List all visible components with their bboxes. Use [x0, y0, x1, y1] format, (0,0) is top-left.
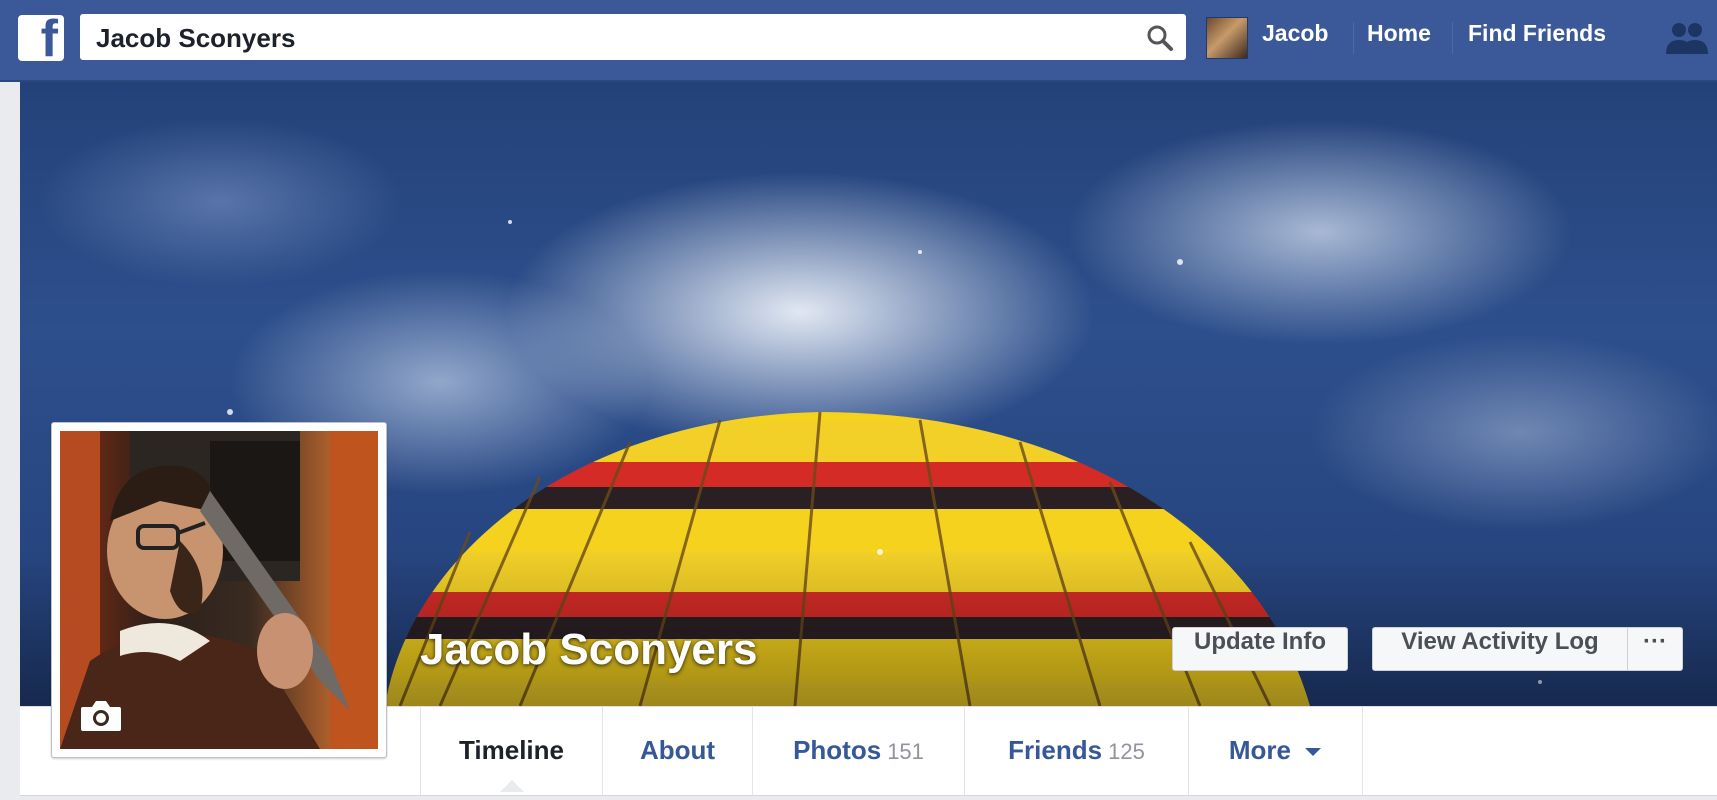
- tab-label: About: [639, 735, 716, 765]
- user-avatar[interactable]: [1206, 17, 1248, 59]
- page-gutter: [0, 82, 20, 800]
- nav-divider: [1353, 22, 1354, 54]
- friends-count: 125: [1108, 739, 1145, 764]
- active-tab-pointer: [500, 780, 524, 792]
- tab-photos[interactable]: Photos 151: [752, 707, 964, 795]
- more-options-button[interactable]: ···: [1627, 627, 1683, 671]
- tab-label: More: [1228, 735, 1291, 765]
- update-info-button[interactable]: Update Info: [1172, 627, 1348, 671]
- profile-picture[interactable]: [51, 422, 387, 758]
- top-navigation-bar: f Jacob Home Find Friends: [0, 0, 1717, 82]
- tab-about[interactable]: About: [602, 707, 752, 795]
- tab-label: Timeline: [458, 735, 564, 765]
- facebook-logo[interactable]: f: [18, 15, 64, 61]
- tab-label: Photos: [793, 735, 882, 765]
- find-friends-link[interactable]: Find Friends: [1468, 20, 1606, 56]
- photos-count: 151: [887, 739, 924, 764]
- profile-name[interactable]: Jacob Sconyers: [420, 625, 758, 675]
- nav-divider: [1452, 22, 1453, 54]
- profile-link[interactable]: Jacob: [1262, 20, 1328, 56]
- tab-label: Friends: [1008, 735, 1103, 765]
- search-input[interactable]: [94, 14, 1138, 62]
- tab-friends[interactable]: Friends 125: [964, 707, 1188, 795]
- caret-down-icon: [1305, 748, 1322, 757]
- camera-icon[interactable]: [79, 699, 123, 733]
- search-icon[interactable]: [1146, 24, 1174, 52]
- view-activity-log-button[interactable]: View Activity Log: [1372, 627, 1628, 671]
- home-link[interactable]: Home: [1367, 20, 1431, 56]
- profile-photo: [60, 431, 378, 749]
- tab-more[interactable]: More: [1188, 707, 1363, 795]
- search-box: [80, 14, 1186, 62]
- friend-requests-icon[interactable]: [1664, 18, 1710, 58]
